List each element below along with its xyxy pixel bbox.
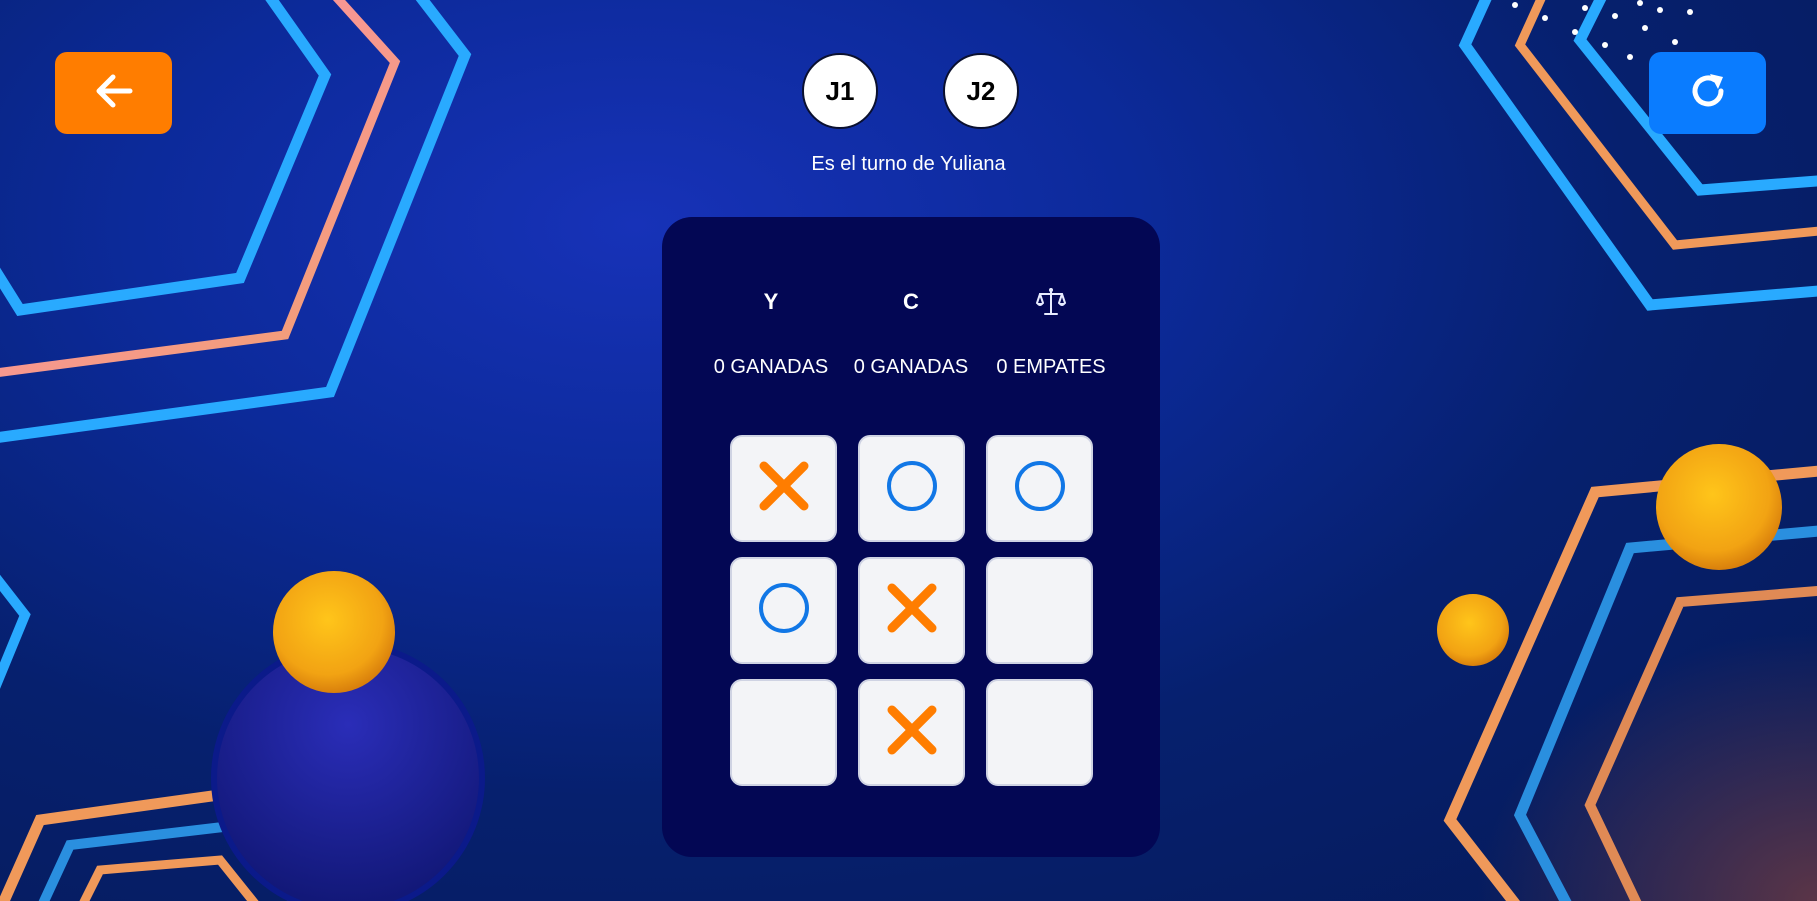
game-board [730,435,1096,801]
board-cell-0-2[interactable] [986,435,1093,542]
o-mark-icon [1012,458,1068,519]
board-cell-1-2[interactable] [986,557,1093,664]
board-cell-1-0[interactable] [730,557,837,664]
x-mark-icon [757,459,811,518]
refresh-icon [1686,69,1730,118]
turn-indicator: Es el turno de Yuliana [811,153,1006,175]
o-mark-icon [756,580,812,641]
board-cell-2-0[interactable] [730,679,837,786]
score-ties: 0 EMPATES [996,356,1106,378]
arrow-left-icon [92,69,136,118]
scales-icon [981,287,1121,317]
board-cell-2-2[interactable] [986,679,1093,786]
game-panel: Y C 0 GANADAS 0 GANADAS 0 EMPATES [662,217,1160,857]
score-wins-player-one: 0 GANADAS [713,356,829,378]
x-mark-icon [885,703,939,762]
board-cell-0-1[interactable] [858,435,965,542]
back-button[interactable] [55,52,172,134]
score-wins-player-two: 0 GANADAS [853,356,969,378]
score-header-player-two: C [903,289,919,314]
board-cell-1-1[interactable] [858,557,965,664]
o-mark-icon [884,458,940,519]
score-header-player-one: Y [763,289,779,314]
player-two-badge: J2 [943,53,1019,129]
board-cell-2-1[interactable] [858,679,965,786]
reset-button[interactable] [1649,52,1766,134]
board-cell-0-0[interactable] [730,435,837,542]
x-mark-icon [885,581,939,640]
player-one-badge: J1 [802,53,878,129]
